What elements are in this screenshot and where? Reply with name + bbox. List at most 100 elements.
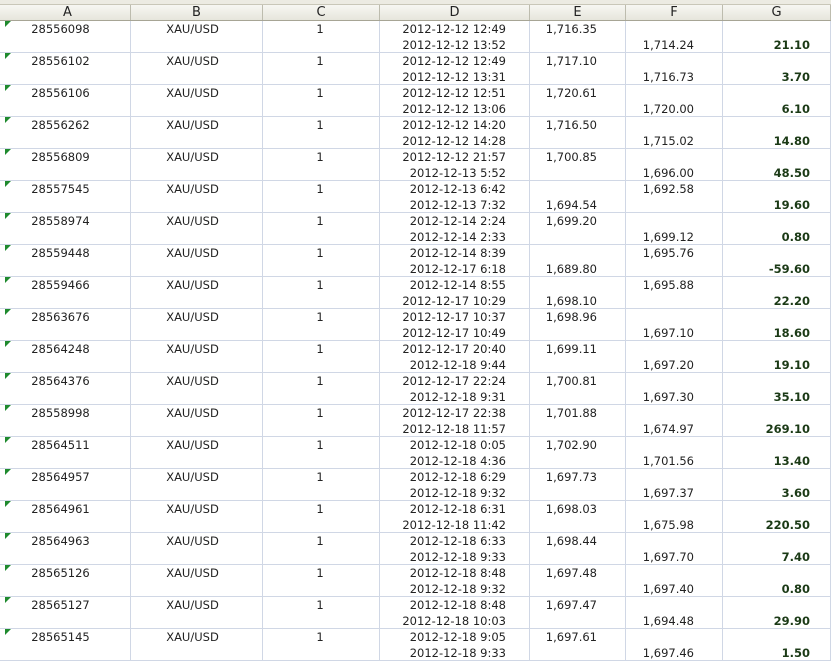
cell-symbol[interactable]: XAU/USD <box>131 277 263 309</box>
cell-profit[interactable]: 1.50 <box>723 629 831 661</box>
cell-price-f[interactable]: 1,695.76 <box>626 245 723 277</box>
error-indicator-icon[interactable] <box>5 341 11 347</box>
error-indicator-icon[interactable] <box>5 533 11 539</box>
cell-quantity[interactable]: 1 <box>263 309 380 341</box>
cell-symbol[interactable]: XAU/USD <box>131 21 263 53</box>
error-indicator-icon[interactable] <box>5 245 11 251</box>
cell-datetime[interactable]: 2012-12-17 20:40 2012-12-18 9:44 <box>380 341 530 373</box>
cell-id[interactable]: 28556098 <box>5 21 131 53</box>
cell-symbol[interactable]: XAU/USD <box>131 597 263 629</box>
cell-price-e[interactable]: 1,700.85 <box>530 149 626 181</box>
cell-price-e[interactable]: 1,698.03 <box>530 501 626 533</box>
cell-quantity[interactable]: 1 <box>263 469 380 501</box>
cell-symbol[interactable]: XAU/USD <box>131 85 263 117</box>
cell-symbol[interactable]: XAU/USD <box>131 245 263 277</box>
cell-price-f[interactable]: 1,701.56 <box>626 437 723 469</box>
cell-price-e[interactable]: 1,698.44 <box>530 533 626 565</box>
error-indicator-icon[interactable] <box>5 53 11 59</box>
cell-profit[interactable]: 13.40 <box>723 437 831 469</box>
cell-price-f[interactable]: 1,695.88 <box>626 277 723 309</box>
cell-price-f[interactable]: 1,675.98 <box>626 501 723 533</box>
cell-datetime[interactable]: 2012-12-12 12:49 2012-12-12 13:52 <box>380 21 530 53</box>
cell-price-e[interactable]: 1,701.88 <box>530 405 626 437</box>
cell-price-f[interactable]: 1,720.00 <box>626 85 723 117</box>
cell-quantity[interactable]: 1 <box>263 117 380 149</box>
cell-datetime[interactable]: 2012-12-18 9:05 2012-12-18 9:33 <box>380 629 530 661</box>
error-indicator-icon[interactable] <box>5 501 11 507</box>
cell-price-e[interactable]: 1,697.61 <box>530 629 626 661</box>
cell-profit[interactable]: 18.60 <box>723 309 831 341</box>
column-header-e[interactable]: E <box>530 5 626 20</box>
cell-quantity[interactable]: 1 <box>263 565 380 597</box>
cell-symbol[interactable]: XAU/USD <box>131 533 263 565</box>
error-indicator-icon[interactable] <box>5 21 11 27</box>
cell-price-f[interactable]: 1,699.12 <box>626 213 723 245</box>
cell-profit[interactable]: 48.50 <box>723 149 831 181</box>
cell-datetime[interactable]: 2012-12-18 0:05 2012-12-18 4:36 <box>380 437 530 469</box>
error-indicator-icon[interactable] <box>5 437 11 443</box>
cell-quantity[interactable]: 1 <box>263 181 380 213</box>
cell-quantity[interactable]: 1 <box>263 341 380 373</box>
cell-price-f[interactable]: 1,697.20 <box>626 341 723 373</box>
cell-id[interactable]: 28564376 <box>5 373 131 405</box>
cell-id[interactable]: 28564963 <box>5 533 131 565</box>
error-indicator-icon[interactable] <box>5 181 11 187</box>
cell-id[interactable]: 28565127 <box>5 597 131 629</box>
column-header-a[interactable]: A <box>5 5 131 20</box>
cell-symbol[interactable]: XAU/USD <box>131 501 263 533</box>
cell-symbol[interactable]: XAU/USD <box>131 437 263 469</box>
cell-id[interactable]: 28559466 <box>5 277 131 309</box>
cell-id[interactable]: 28565126 <box>5 565 131 597</box>
cell-symbol[interactable]: XAU/USD <box>131 53 263 85</box>
cell-price-e[interactable]: 1,697.48 <box>530 565 626 597</box>
cell-id[interactable]: 28564961 <box>5 501 131 533</box>
cell-price-f[interactable]: 1,697.37 <box>626 469 723 501</box>
cell-quantity[interactable]: 1 <box>263 85 380 117</box>
cell-symbol[interactable]: XAU/USD <box>131 309 263 341</box>
cell-profit[interactable]: 0.80 <box>723 213 831 245</box>
cell-price-f[interactable]: 1,716.73 <box>626 53 723 85</box>
cell-price-f[interactable]: 1,696.00 <box>626 149 723 181</box>
cell-id[interactable]: 28564957 <box>5 469 131 501</box>
cell-price-f[interactable]: 1,697.30 <box>626 373 723 405</box>
cell-datetime[interactable]: 2012-12-12 21:57 2012-12-13 5:52 <box>380 149 530 181</box>
cell-datetime[interactable]: 2012-12-17 22:38 2012-12-18 11:57 <box>380 405 530 437</box>
cell-quantity[interactable]: 1 <box>263 597 380 629</box>
cell-price-e[interactable]: 1,716.50 <box>530 117 626 149</box>
error-indicator-icon[interactable] <box>5 469 11 475</box>
error-indicator-icon[interactable] <box>5 309 11 315</box>
column-header-b[interactable]: B <box>131 5 263 20</box>
cell-id[interactable]: 28563676 <box>5 309 131 341</box>
cell-quantity[interactable]: 1 <box>263 533 380 565</box>
cell-price-f[interactable]: 1,715.02 <box>626 117 723 149</box>
cell-price-e[interactable]: 1,699.20 <box>530 213 626 245</box>
error-indicator-icon[interactable] <box>5 629 11 635</box>
cell-symbol[interactable]: XAU/USD <box>131 565 263 597</box>
cell-datetime[interactable]: 2012-12-12 12:51 2012-12-12 13:06 <box>380 85 530 117</box>
cell-id[interactable]: 28556809 <box>5 149 131 181</box>
cell-quantity[interactable]: 1 <box>263 405 380 437</box>
cell-profit[interactable]: 19.10 <box>723 341 831 373</box>
cell-price-f[interactable]: 1,697.10 <box>626 309 723 341</box>
cell-profit[interactable]: 269.10 <box>723 405 831 437</box>
error-indicator-icon[interactable] <box>5 405 11 411</box>
cell-price-f[interactable]: 1,694.48 <box>626 597 723 629</box>
cell-id[interactable]: 28558974 <box>5 213 131 245</box>
cell-quantity[interactable]: 1 <box>263 277 380 309</box>
cell-symbol[interactable]: XAU/USD <box>131 149 263 181</box>
cell-profit[interactable]: 29.90 <box>723 597 831 629</box>
cell-profit[interactable]: 7.40 <box>723 533 831 565</box>
cell-id[interactable]: 28556102 <box>5 53 131 85</box>
cell-profit[interactable]: 35.10 <box>723 373 831 405</box>
cell-datetime[interactable]: 2012-12-18 6:33 2012-12-18 9:33 <box>380 533 530 565</box>
cell-datetime[interactable]: 2012-12-12 12:49 2012-12-12 13:31 <box>380 53 530 85</box>
cell-symbol[interactable]: XAU/USD <box>131 117 263 149</box>
cell-datetime[interactable]: 2012-12-17 22:24 2012-12-18 9:31 <box>380 373 530 405</box>
cell-datetime[interactable]: 2012-12-14 2:24 2012-12-14 2:33 <box>380 213 530 245</box>
cell-datetime[interactable]: 2012-12-18 6:31 2012-12-18 11:42 <box>380 501 530 533</box>
error-indicator-icon[interactable] <box>5 85 11 91</box>
cell-profit[interactable]: 22.20 <box>723 277 831 309</box>
cell-price-e[interactable]: 1,697.73 <box>530 469 626 501</box>
cell-profit[interactable]: 21.10 <box>723 21 831 53</box>
cell-id[interactable]: 28558998 <box>5 405 131 437</box>
